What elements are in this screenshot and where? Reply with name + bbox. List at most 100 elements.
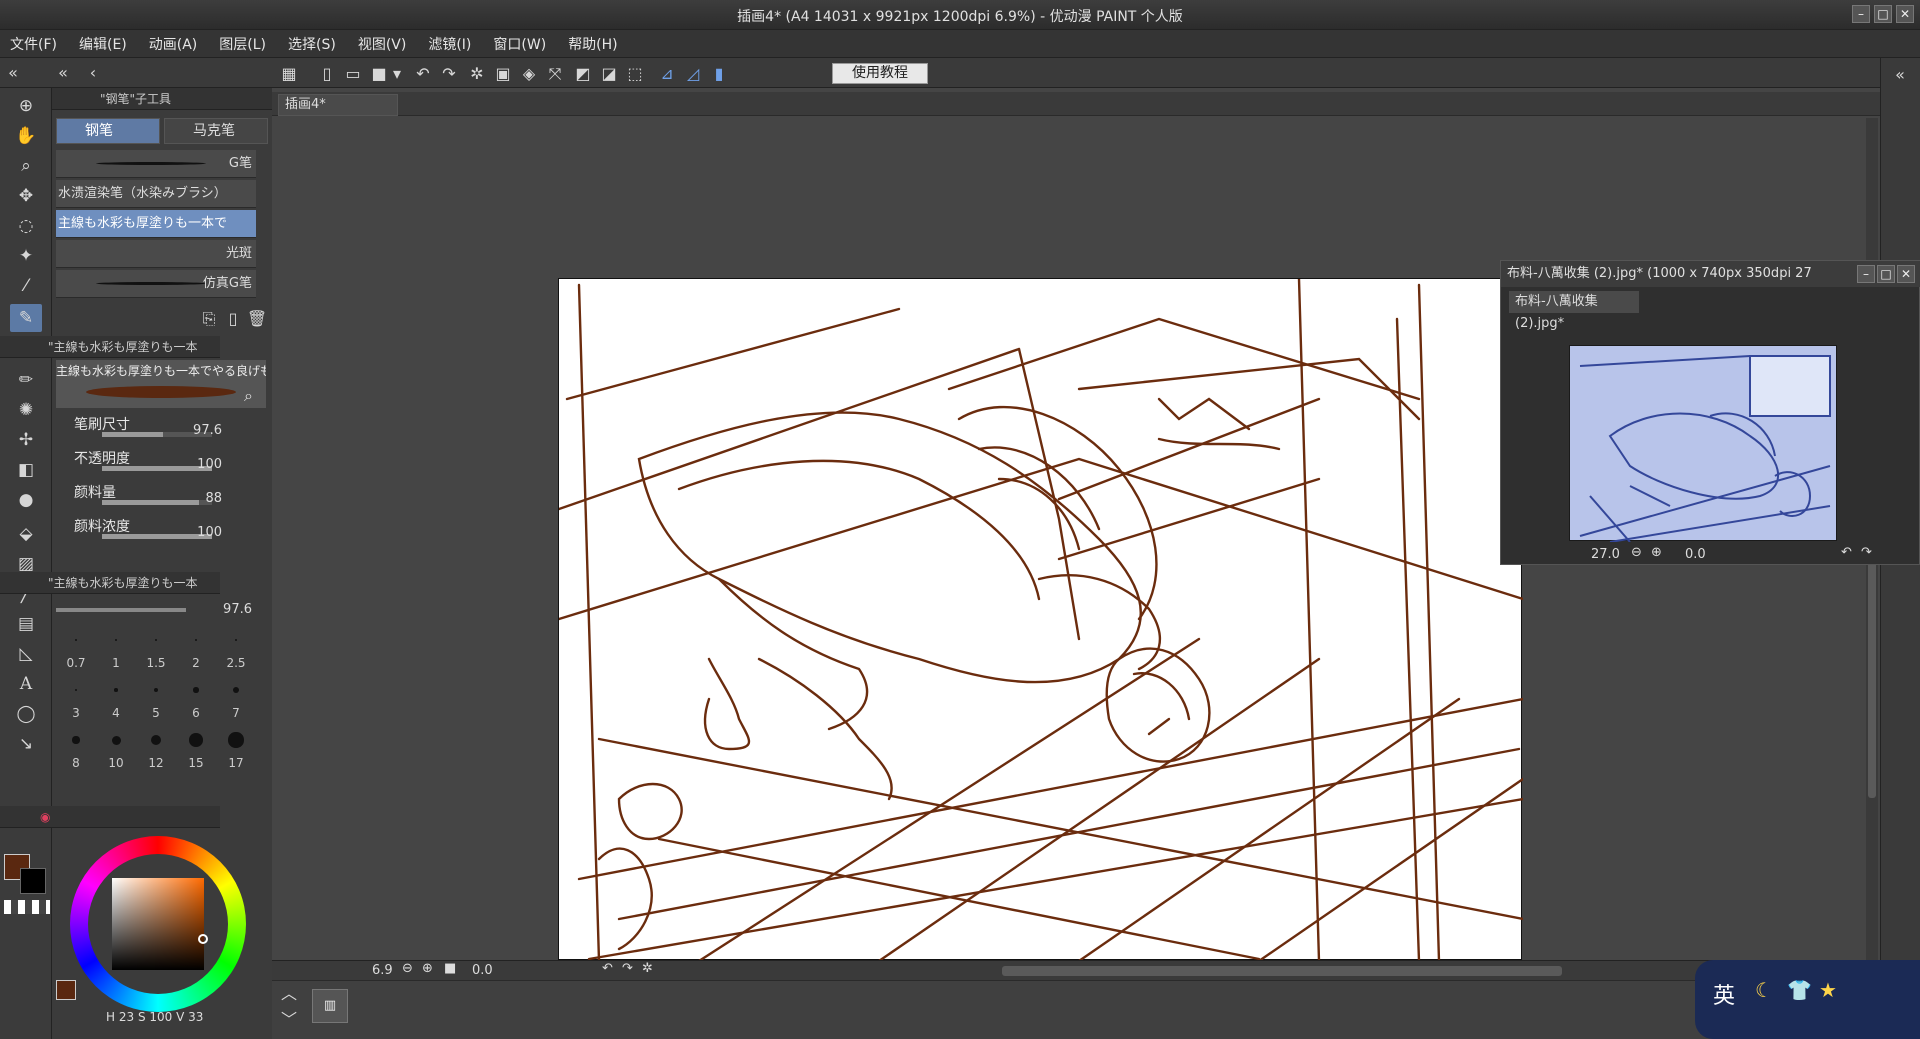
menu-filter[interactable]: 滤镜(I) (428, 34, 471, 54)
snap-grid-icon[interactable]: ▮ (708, 63, 730, 85)
menu-edit[interactable]: 编辑(E) (79, 34, 127, 54)
prop-slider[interactable] (102, 500, 212, 505)
brush-item-sim-gpen[interactable]: 仿真G笔 (56, 270, 256, 298)
fit-icon[interactable]: ■ (444, 961, 456, 976)
brush-size-label[interactable]: 12 (136, 756, 176, 770)
prop-value[interactable]: 88 (205, 491, 222, 506)
eyedropper-icon[interactable]: ⁄ (10, 272, 42, 300)
selection-grid-icon[interactable]: ◪ (598, 63, 620, 85)
snap-ruler-icon[interactable]: ⊿ (656, 63, 678, 85)
brush-size-label[interactable]: 8 (56, 756, 96, 770)
angle-value[interactable]: 0.0 (472, 963, 493, 978)
menu-select[interactable]: 选择(S) (288, 34, 336, 54)
color-wheel[interactable] (70, 836, 246, 1012)
sub-view-maximize-button[interactable]: □ (1877, 265, 1895, 283)
menu-animation[interactable]: 动画(A) (149, 34, 198, 54)
collapse-panel-icon[interactable]: « (52, 62, 74, 84)
sub-view-minimize-button[interactable]: – (1857, 265, 1875, 283)
star-icon[interactable]: ★ (1819, 978, 1837, 1002)
ime-mode-label[interactable]: 英 (1713, 978, 1735, 1010)
zoom-in-icon[interactable]: ⊕ (422, 961, 433, 976)
brush-size-slider[interactable]: 97.6 (56, 600, 256, 620)
horizontal-scrollbar[interactable] (1002, 966, 1562, 976)
magnifier-tool-icon[interactable]: ⌕ (10, 152, 42, 180)
expand-right-icon[interactable]: « (1889, 64, 1911, 86)
chevron-left-icon[interactable]: ‹ (82, 62, 104, 84)
chevron-down-icon[interactable]: ﹀ (278, 1009, 300, 1031)
snap-special-ruler-icon[interactable]: ◿ (682, 63, 704, 85)
vertical-scrollbar[interactable] (1868, 538, 1876, 798)
brush-size-label[interactable]: 1 (96, 656, 136, 670)
brush-size-dot[interactable] (115, 639, 117, 641)
brush-size-label[interactable]: 2.5 (216, 656, 256, 670)
brush-size-dot[interactable] (153, 687, 159, 693)
menu-file[interactable]: 文件(F) (10, 34, 57, 54)
mini-main-color[interactable] (56, 980, 76, 1000)
brush-size-current[interactable]: 97.6 (223, 602, 252, 617)
hide-selection-icon[interactable]: ◩ (572, 63, 594, 85)
tab-sub-view-file[interactable]: 布料-八萬收集 (2).jpg* (1509, 291, 1639, 331)
clear-icon[interactable]: ✲ (466, 63, 488, 85)
balloon-tool-icon[interactable]: ◯ (10, 700, 42, 728)
brush-size-dot[interactable] (232, 686, 240, 694)
trash-icon[interactable]: 🗑 (246, 308, 268, 330)
menu-help[interactable]: 帮助(H) (568, 34, 617, 54)
brush-item-bokeh[interactable]: 光斑 (56, 240, 256, 268)
brush-size-label[interactable]: 6 (176, 706, 216, 720)
lasso-tool-icon[interactable]: ◌ (10, 212, 42, 240)
collapse-left-icon[interactable]: « (2, 62, 24, 84)
sv-cursor[interactable] (198, 934, 208, 944)
sub-color-swatch[interactable] (20, 868, 46, 894)
brush-size-dot[interactable] (74, 688, 78, 692)
sub-view-zoom-in-icon[interactable]: ⊕ (1651, 545, 1662, 560)
prop-value[interactable]: 100 (197, 525, 222, 540)
brush-size-dot[interactable] (189, 733, 203, 747)
prop-brush-size[interactable]: 笔刷尺寸 97.6 (56, 414, 236, 442)
brush-item-selected[interactable]: 主線も水彩も厚塗りも一本で (56, 210, 256, 238)
sub-view-zoom-out-icon[interactable]: ⊖ (1631, 545, 1642, 560)
brush-size-dot[interactable] (228, 732, 244, 748)
prop-slider[interactable] (102, 466, 212, 471)
sub-view-rotate-right-icon[interactable]: ↷ (1861, 545, 1872, 560)
menu-view[interactable]: 视图(V) (358, 34, 407, 54)
clear-outside-icon[interactable]: ▣ (492, 63, 514, 85)
zoom-tool-icon[interactable]: ⊕ (10, 92, 42, 120)
sv-square[interactable] (112, 878, 204, 970)
decoration-tool-icon[interactable]: ✢ (10, 426, 42, 454)
open-folder-icon[interactable]: ▭ (342, 63, 364, 85)
brush-size-dot[interactable] (155, 639, 157, 641)
close-button[interactable]: ✕ (1896, 5, 1914, 23)
fill-icon[interactable]: ◈ (518, 63, 540, 85)
brush-size-dot[interactable] (114, 688, 118, 692)
brush-size-dot[interactable] (150, 734, 162, 746)
menu-window[interactable]: 窗口(W) (493, 34, 546, 54)
transform-icon[interactable]: ⤧ (544, 63, 566, 85)
brush-size-dot[interactable] (111, 735, 121, 745)
brush-size-dot[interactable] (195, 639, 197, 641)
sub-view-zoom-value[interactable]: 27.0 (1591, 547, 1620, 562)
ime-toolbar[interactable]: 英 ☾ 👕 ★ (1695, 960, 1920, 1039)
tutorial-button[interactable]: 使用教程 (832, 63, 928, 84)
prop-opacity[interactable]: 不透明度 100 (56, 448, 236, 476)
shirt-icon[interactable]: 👕 (1787, 978, 1812, 1002)
brush-size-dot[interactable] (193, 687, 199, 693)
reset-rotation-icon[interactable]: ✲ (642, 961, 653, 976)
blend-tool-icon[interactable]: ● (10, 486, 42, 514)
sub-view-rotate-left-icon[interactable]: ↶ (1841, 545, 1852, 560)
tab-document[interactable]: 插画4* (278, 94, 398, 116)
prop-value[interactable]: 97.6 (193, 423, 222, 438)
new-file-icon[interactable]: ▯ (316, 63, 338, 85)
brush-size-label[interactable]: 10 (96, 756, 136, 770)
tab-pen[interactable]: 钢笔 (56, 118, 160, 144)
ruler-tool-icon[interactable]: ◺ (10, 640, 42, 668)
airbrush-tool-icon[interactable]: ✺ (10, 396, 42, 424)
brush-size-label[interactable]: 4 (96, 706, 136, 720)
brush-size-label[interactable]: 2 (176, 656, 216, 670)
brush-size-dot[interactable] (75, 639, 77, 641)
zoom-value[interactable]: 6.9 (372, 963, 393, 978)
brush-size-label[interactable]: 0.7 (56, 656, 96, 670)
brush-size-label[interactable]: 15 (176, 756, 216, 770)
new-subtool-icon[interactable]: ▯ (222, 308, 244, 330)
copy-subtool-icon[interactable]: ⎘ (198, 308, 220, 330)
moon-icon[interactable]: ☾ (1755, 978, 1773, 1002)
